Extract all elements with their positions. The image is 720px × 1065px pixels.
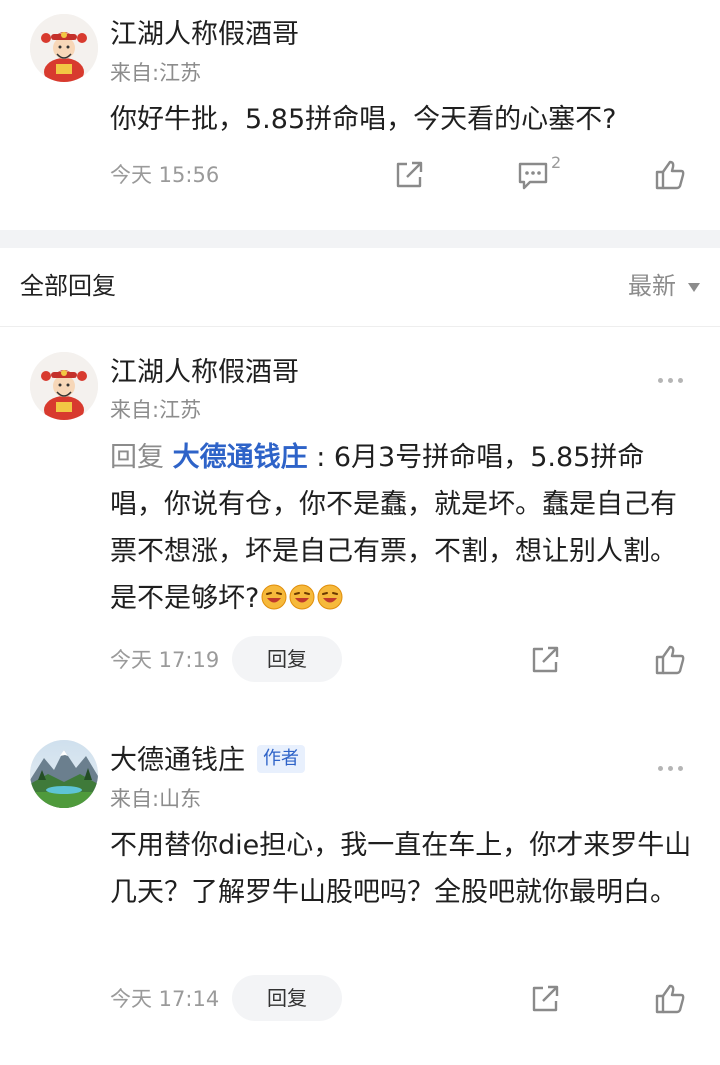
comment-icon[interactable] [516,158,550,192]
mountain-landscape-avatar-icon [30,740,98,808]
reply-prefix: 回复 [110,442,164,473]
laughing-emoji-icon [317,584,343,610]
god-of-wealth-avatar-icon [30,14,98,82]
replies-header: 全部回复 最新 [0,248,720,327]
user-name-text: 大德通钱庄 [110,745,245,776]
user-avatar[interactable] [30,740,98,808]
laughing-emoji-icon [289,584,315,610]
reply-time: 今天 17:19 [110,648,220,672]
reply-button[interactable]: 回复 [232,975,342,1021]
sort-dropdown[interactable]: 最新 [628,270,700,302]
reply-content: 不用替你die担心，我一直在车上，你才来罗牛山几天？了解罗牛山股吧吗？全股吧就你… [110,830,692,908]
thumbs-up-icon[interactable] [653,982,687,1016]
user-name[interactable]: 大德通钱庄 作者 [110,744,305,778]
user-avatar[interactable] [30,14,98,82]
main-post: 江湖人称假酒哥 来自:江苏 你好牛批，5.85拼命唱，今天看的心塞不? 今天 1… [0,0,720,230]
user-region: 来自:江苏 [110,398,202,422]
user-name[interactable]: 江湖人称假酒哥 [110,18,299,52]
thumbs-up-icon[interactable] [653,158,687,192]
comment-count: 2 [551,153,562,172]
post-content: 你好牛批，5.85拼命唱，今天看的心塞不? [110,104,617,135]
share-icon[interactable] [528,982,562,1016]
author-badge: 作者 [257,744,305,773]
post-time: 今天 15:56 [110,163,220,187]
caret-down-icon [688,282,700,292]
more-options-icon[interactable] [658,756,692,771]
share-icon[interactable] [528,643,562,677]
share-icon[interactable] [392,158,426,192]
more-options-icon[interactable] [658,368,692,383]
user-name[interactable]: 江湖人称假酒哥 [110,356,299,390]
laughing-emoji-icon [261,584,287,610]
sort-label: 最新 [628,272,676,300]
reply-button[interactable]: 回复 [232,636,342,682]
user-region: 来自:山东 [110,787,202,811]
user-region: 来自:江苏 [110,61,202,85]
reply-time: 今天 17:14 [110,987,220,1011]
god-of-wealth-avatar-icon [30,352,98,420]
reply-content: 回复 大德通钱庄 : 6月3号拼命唱，5.85拼命唱，你说有仓，你不是蠢，就是坏… [110,434,695,622]
user-avatar[interactable] [30,352,98,420]
section-divider [0,230,720,248]
thumbs-up-icon[interactable] [653,643,687,677]
all-replies-title: 全部回复 [20,272,116,300]
reply-target-user[interactable]: 大德通钱庄 [173,442,308,473]
